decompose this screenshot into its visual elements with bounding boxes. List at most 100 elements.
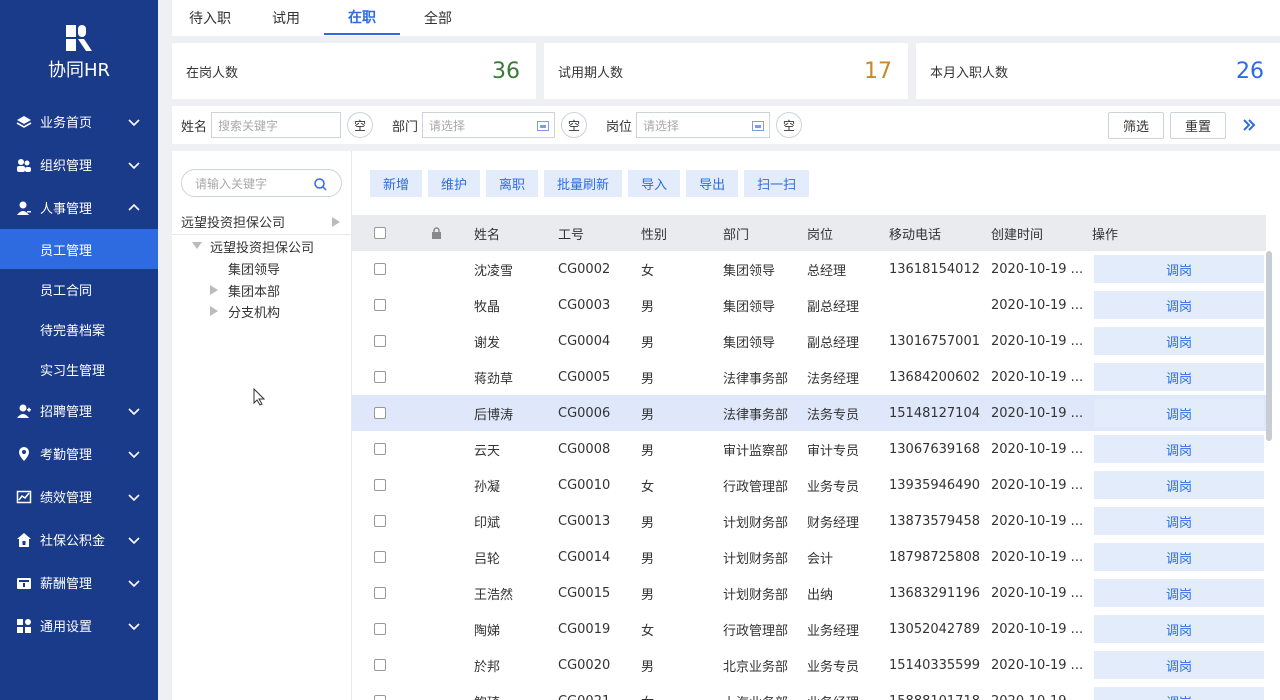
column-header[interactable]: 部门 bbox=[723, 215, 749, 251]
transfer-post-button[interactable]: 调岗 bbox=[1094, 543, 1264, 571]
transfer-post-button[interactable]: 调岗 bbox=[1094, 651, 1264, 679]
row-checkbox[interactable] bbox=[374, 335, 386, 347]
tab-2[interactable]: 在职 bbox=[324, 0, 400, 35]
tree-node-hq[interactable]: 集团本部 bbox=[210, 280, 280, 300]
transfer-post-button[interactable]: 调岗 bbox=[1094, 399, 1264, 427]
transfer-post-button[interactable]: 调岗 bbox=[1094, 435, 1264, 463]
table-row[interactable]: 牧晶 CG0003 男 集团领导 副总经理 2020-10-19 ... 调岗 bbox=[352, 287, 1266, 323]
filter-button[interactable]: 筛选 bbox=[1108, 111, 1164, 139]
table-row[interactable]: 於邦 CG0020 男 北京业务部 业务专员 15140335599 2020-10-19 … bbox=[352, 647, 1266, 683]
row-checkbox[interactable] bbox=[374, 659, 386, 671]
row-checkbox[interactable] bbox=[374, 695, 386, 700]
row-checkbox[interactable] bbox=[374, 587, 386, 599]
table-row[interactable]: 蒋劲草 CG0005 男 法律事务部 法务经理 13684200602 2020-10-19… bbox=[352, 359, 1266, 395]
transfer-post-button[interactable]: 调岗 bbox=[1094, 327, 1264, 355]
row-checkbox[interactable] bbox=[374, 371, 386, 383]
row-checkbox[interactable] bbox=[374, 551, 386, 563]
row-checkbox[interactable] bbox=[374, 623, 386, 635]
column-header[interactable]: 创建时间 bbox=[991, 215, 1043, 251]
table-row[interactable]: 印斌 CG0013 男 计划财务部 财务经理 13873579458 2020-10-19 … bbox=[352, 503, 1266, 539]
action-button-4[interactable]: 导入 bbox=[628, 170, 681, 197]
transfer-post-button[interactable]: 调岗 bbox=[1094, 255, 1264, 283]
tree-node-leaders[interactable]: 集团领导 bbox=[228, 258, 280, 278]
reset-button[interactable]: 重置 bbox=[1170, 111, 1226, 139]
action-button-6[interactable]: 扫一扫 bbox=[744, 170, 810, 197]
table-row[interactable]: 沈凌雪 CG0002 女 集团领导 总经理 13618154012 2020-10-19 .… bbox=[352, 251, 1266, 287]
table-row[interactable]: 吕轮 CG0014 男 计划财务部 会计 18798725808 2020-10-19 ..… bbox=[352, 539, 1266, 575]
table-row[interactable]: 王浩然 CG0015 男 计划财务部 出纳 13683291196 2020-10-19 .… bbox=[352, 575, 1266, 611]
table-cell: 男 bbox=[641, 443, 655, 459]
tree-search-input[interactable]: 请输入关键字 bbox=[181, 169, 342, 197]
dept-select[interactable]: 请选择 bbox=[422, 112, 556, 138]
caret-right-icon bbox=[332, 217, 340, 227]
transfer-post-button[interactable]: 调岗 bbox=[1094, 471, 1264, 499]
tree-root-select[interactable]: 远望投资担保公司 bbox=[172, 209, 352, 235]
column-header[interactable]: 岗位 bbox=[807, 215, 833, 251]
sidebar-item-attendance[interactable]: 考勤管理 bbox=[0, 432, 158, 475]
tab-1[interactable]: 试用 bbox=[248, 0, 324, 35]
column-header[interactable]: 姓名 bbox=[474, 215, 500, 251]
transfer-post-button[interactable]: 调岗 bbox=[1094, 291, 1264, 319]
table-row[interactable]: 谢发 CG0004 男 集团领导 副总经理 13016757001 2020-10-19 .… bbox=[352, 323, 1266, 359]
caret-right-icon[interactable] bbox=[210, 285, 218, 295]
column-header[interactable]: 工号 bbox=[558, 215, 584, 251]
tab-0[interactable]: 待入职 bbox=[172, 0, 248, 35]
sidebar-item-insurance[interactable]: 社保公积金 bbox=[0, 518, 158, 561]
transfer-post-button[interactable]: 调岗 bbox=[1094, 687, 1264, 700]
sidebar-item-settings[interactable]: 通用设置 bbox=[0, 604, 158, 647]
sidebar-subitem[interactable]: 员工合同 bbox=[0, 269, 158, 309]
caret-down-icon[interactable] bbox=[192, 242, 202, 250]
action-button-5[interactable]: 导出 bbox=[686, 170, 739, 197]
double-chevron-right-icon[interactable] bbox=[1242, 118, 1256, 132]
select-all-checkbox[interactable] bbox=[374, 227, 386, 239]
tab-3[interactable]: 全部 bbox=[400, 0, 476, 35]
row-checkbox[interactable] bbox=[374, 263, 386, 275]
table-row[interactable]: 后博涛 CG0006 男 法律事务部 法务专员 15148127104 2020-10-19… bbox=[352, 395, 1266, 431]
column-header[interactable]: 移动电话 bbox=[889, 215, 941, 251]
action-button-3[interactable]: 批量刷新 bbox=[544, 170, 623, 197]
table-row[interactable]: 陶娣 CG0019 女 行政管理部 业务经理 13052042789 2020-10-19 … bbox=[352, 611, 1266, 647]
search-icon[interactable] bbox=[314, 178, 327, 191]
transfer-post-button[interactable]: 调岗 bbox=[1094, 363, 1264, 391]
sidebar-item-performance[interactable]: 绩效管理 bbox=[0, 475, 158, 518]
sidebar-subitem[interactable]: 员工管理 bbox=[0, 229, 158, 269]
table-scrollbar[interactable] bbox=[1266, 251, 1272, 441]
caret-right-icon[interactable] bbox=[210, 306, 218, 316]
sidebar-item-org[interactable]: 组织管理 bbox=[0, 143, 158, 186]
name-clear-button[interactable]: 空 bbox=[347, 112, 374, 138]
table-row[interactable]: 鲍琦CG0021女上海业务部业务经理158881017182020-10-19 … bbox=[352, 683, 1266, 700]
lock-icon[interactable] bbox=[431, 227, 442, 239]
action-button-2[interactable]: 离职 bbox=[486, 170, 539, 197]
sidebar-item-hr[interactable]: 人事管理 bbox=[0, 186, 158, 229]
sidebar-subitem[interactable]: 待完善档案 bbox=[0, 309, 158, 349]
column-header[interactable]: 操作 bbox=[1092, 215, 1118, 251]
sidebar-item-home[interactable]: 业务首页 bbox=[0, 100, 158, 143]
tree-node-branches[interactable]: 分支机构 bbox=[210, 301, 280, 321]
post-clear-button[interactable]: 空 bbox=[776, 112, 803, 138]
transfer-post-button[interactable]: 调岗 bbox=[1094, 507, 1264, 535]
post-picker-icon[interactable] bbox=[752, 121, 765, 131]
column-header[interactable]: 性别 bbox=[641, 215, 667, 251]
row-checkbox[interactable] bbox=[374, 407, 386, 419]
post-select[interactable]: 请选择 bbox=[636, 112, 771, 138]
sidebar-subitem[interactable]: 实习生管理 bbox=[0, 349, 158, 389]
row-checkbox[interactable] bbox=[374, 515, 386, 527]
sidebar-item-label: 考勤管理 bbox=[40, 448, 93, 463]
name-search-input[interactable]: 搜索关键字 bbox=[211, 112, 342, 138]
row-checkbox[interactable] bbox=[374, 299, 386, 311]
table-header: 姓名 工号 性别 部门 岗位 移动电话 创建时间 操作 bbox=[352, 215, 1266, 251]
action-button-0[interactable]: 新增 bbox=[370, 170, 423, 197]
action-button-1[interactable]: 维护 bbox=[428, 170, 481, 197]
row-checkbox[interactable] bbox=[374, 479, 386, 491]
table-row[interactable]: 云天 CG0008 男 审计监察部 审计专员 13067639168 2020-10-19 … bbox=[352, 431, 1266, 467]
dept-picker-icon[interactable] bbox=[537, 121, 550, 131]
tree-node-company[interactable]: 远望投资担保公司 bbox=[192, 236, 314, 256]
transfer-post-button[interactable]: 调岗 bbox=[1094, 615, 1264, 643]
sidebar-item-recruit[interactable]: 招聘管理 bbox=[0, 389, 158, 432]
sidebar-item-salary[interactable]: 薪酬管理 bbox=[0, 561, 158, 604]
table-row[interactable]: 孙凝 CG0010 女 行政管理部 业务专员 13935946490 2020-10-19 … bbox=[352, 467, 1266, 503]
dept-clear-button[interactable]: 空 bbox=[561, 112, 588, 138]
table-cell: 13067639168 bbox=[889, 441, 980, 457]
transfer-post-button[interactable]: 调岗 bbox=[1094, 579, 1264, 607]
row-checkbox[interactable] bbox=[374, 443, 386, 455]
